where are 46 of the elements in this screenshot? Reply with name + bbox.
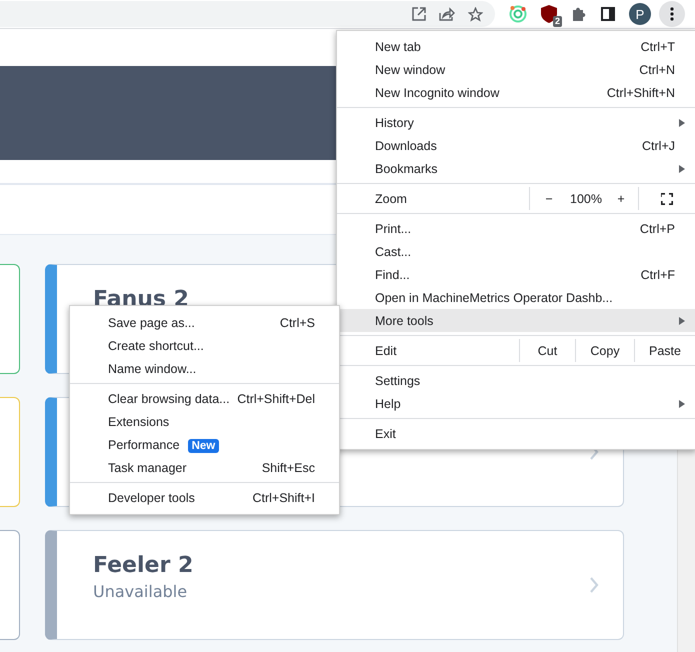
menu-item[interactable]: Clear browsing data... Ctrl+Shift+Del — [70, 387, 339, 410]
menu-item[interactable]: Extensions — [70, 410, 339, 433]
menu-item[interactable]: Exit — [337, 422, 695, 445]
shortcut-label: Ctrl+N — [639, 62, 675, 76]
menu-item[interactable]: Save page as... Ctrl+S — [70, 311, 339, 334]
edit-action-button[interactable]: Cut — [538, 344, 558, 358]
menu-item[interactable]: Bookmarks — [337, 157, 695, 180]
shortcut-label: Ctrl+Shift+N — [606, 86, 675, 100]
extension-badge: 2 — [552, 16, 562, 27]
menu-item[interactable]: Developer tools Ctrl+Shift+I — [70, 486, 339, 509]
zoom-in-button[interactable]: + — [617, 192, 625, 206]
machine-status: Unavailable — [93, 582, 188, 601]
shortcut-label: Ctrl+F — [640, 268, 675, 282]
menu-label: Zoom — [375, 190, 408, 208]
menu-item[interactable]: Open in MachineMetrics Operator Dashb... — [337, 286, 695, 309]
new-badge: New — [188, 438, 220, 452]
shortcut-label: Ctrl+S — [280, 316, 315, 330]
shortcut-label: Ctrl+P — [640, 222, 675, 236]
menu-item[interactable]: New window Ctrl+N — [337, 58, 695, 81]
shortcut-label: Shift+Esc — [262, 460, 315, 474]
menu-item[interactable]: Performance New — [70, 433, 339, 456]
menu-item[interactable]: Create shortcut... — [70, 334, 339, 357]
menu-item[interactable]: Name window... — [70, 357, 339, 380]
menu-item[interactable]: Settings — [337, 369, 695, 392]
shortcut-label: Ctrl+Shift+I — [252, 490, 315, 504]
menu-item[interactable]: New tab Ctrl+T — [337, 35, 695, 58]
menu-item[interactable]: Print... Ctrl+P — [337, 217, 695, 240]
machine-name: Feeler 2 — [93, 553, 194, 578]
menu-item[interactable]: Task manager Shift+Esc — [70, 456, 339, 479]
shortcut-label: Ctrl+J — [642, 138, 675, 152]
menu-label: Edit — [375, 342, 398, 360]
edit-action-button[interactable]: Paste — [649, 344, 681, 358]
menu-item[interactable]: More tools — [337, 309, 695, 332]
menu-item[interactable]: Find... Ctrl+F — [337, 263, 695, 286]
menu-item[interactable]: History — [337, 111, 695, 134]
menu-item[interactable]: Downloads Ctrl+J — [337, 134, 695, 157]
edit-action-button[interactable]: Copy — [590, 344, 620, 358]
machine-card[interactable]: Feeler 2 Unavailable — [45, 530, 624, 640]
menu-item[interactable]: Help — [337, 392, 695, 415]
shortcut-label: Ctrl+T — [640, 40, 675, 54]
profile-avatar[interactable]: P — [629, 3, 651, 25]
zoom-out-button[interactable]: − — [545, 192, 553, 206]
menu-item[interactable]: Cast... — [337, 240, 695, 263]
shortcut-label: Ctrl+Shift+Del — [237, 392, 315, 406]
menu-item[interactable]: New Incognito window Ctrl+Shift+N — [337, 81, 695, 104]
zoom-level: 100% — [570, 192, 602, 206]
